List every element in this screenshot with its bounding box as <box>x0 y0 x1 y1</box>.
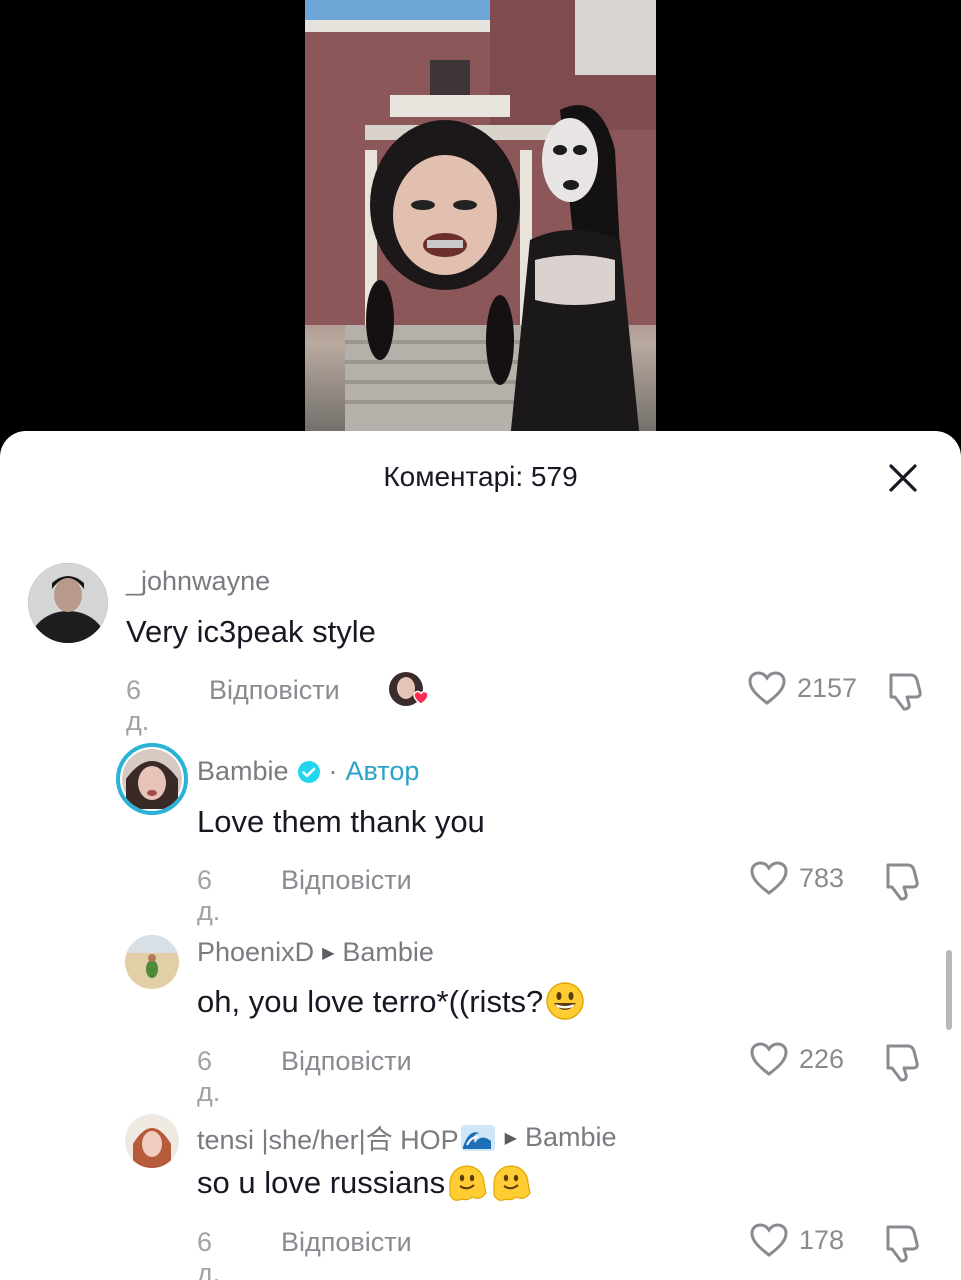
like-count: 783 <box>799 862 845 893</box>
reply-to-username[interactable]: Bambie <box>342 937 434 968</box>
reply-arrow-icon: ▶ <box>504 1129 517 1147</box>
dislike-button[interactable] <box>882 1040 924 1082</box>
avatar[interactable] <box>125 935 179 989</box>
dislike-button[interactable] <box>882 1221 924 1263</box>
comment-text: oh, you love terro*((rists? <box>197 982 585 1021</box>
reply-button[interactable]: Відповісти <box>209 675 340 706</box>
like-button[interactable]: 783 <box>749 860 844 896</box>
dislike-button[interactable] <box>882 859 924 901</box>
comment-username[interactable]: tensi |she/her|合 HOP ▶ Bambie <box>197 1118 617 1157</box>
video-frame[interactable] <box>305 0 656 440</box>
wave-emoji <box>460 1124 495 1151</box>
grinning-face-emoji <box>546 982 585 1020</box>
reply-button[interactable]: Відповісти <box>281 1046 412 1077</box>
reply-button[interactable]: Відповісти <box>281 1227 412 1258</box>
video-area[interactable] <box>0 0 961 440</box>
comment-text: so u love russians <box>197 1165 535 1203</box>
thumbs-down-icon <box>886 1044 919 1082</box>
melting-face-emoji <box>449 1165 531 1201</box>
avatar[interactable] <box>125 1114 179 1168</box>
comment-username[interactable]: _johnwayne <box>126 566 270 597</box>
comment-username[interactable]: PhoenixD ▶ Bambie <box>197 937 434 968</box>
comment-text: Love them thank you <box>197 804 485 839</box>
heart-icon <box>750 1042 788 1076</box>
video-thumbnail <box>305 0 656 440</box>
close-icon <box>889 464 917 492</box>
reply-button[interactable]: Відповісти <box>281 865 412 896</box>
scrollbar[interactable] <box>946 950 952 1030</box>
like-count: 178 <box>799 1224 845 1255</box>
dislike-button[interactable] <box>885 669 927 711</box>
heart-icon <box>750 861 788 895</box>
comment-text: Very ic3peak style <box>126 614 376 649</box>
comment-time: 6 д. <box>197 1046 221 1107</box>
thumbs-down-icon <box>889 673 922 711</box>
like-count: 2157 <box>797 672 858 703</box>
heart-icon <box>750 1223 788 1257</box>
reply-arrow-icon: ▶ <box>322 944 335 962</box>
like-button[interactable]: 2157 <box>747 670 857 706</box>
avatar[interactable] <box>116 743 188 815</box>
close-button[interactable] <box>880 455 926 501</box>
like-button[interactable]: 226 <box>749 1041 844 1077</box>
verified-badge-icon <box>297 760 320 783</box>
comment-time: 6 д. <box>197 865 221 926</box>
reply-to-username[interactable]: Bambie <box>525 1122 617 1153</box>
thumbs-down-icon <box>886 863 919 901</box>
comment-time: 6 д. <box>197 1227 221 1280</box>
comment-time: 6 д. <box>126 675 150 736</box>
heart-icon <box>748 671 786 705</box>
thumbs-down-icon <box>886 1225 919 1263</box>
avatar[interactable] <box>28 563 108 643</box>
comments-count-title: Коментарі: 579 <box>383 461 578 492</box>
like-button[interactable]: 178 <box>749 1222 844 1258</box>
like-count: 226 <box>799 1043 845 1074</box>
creator-liked-badge <box>388 671 430 711</box>
author-label: Автор <box>345 756 420 786</box>
comment-username[interactable]: Bambie · Автор <box>197 756 419 787</box>
